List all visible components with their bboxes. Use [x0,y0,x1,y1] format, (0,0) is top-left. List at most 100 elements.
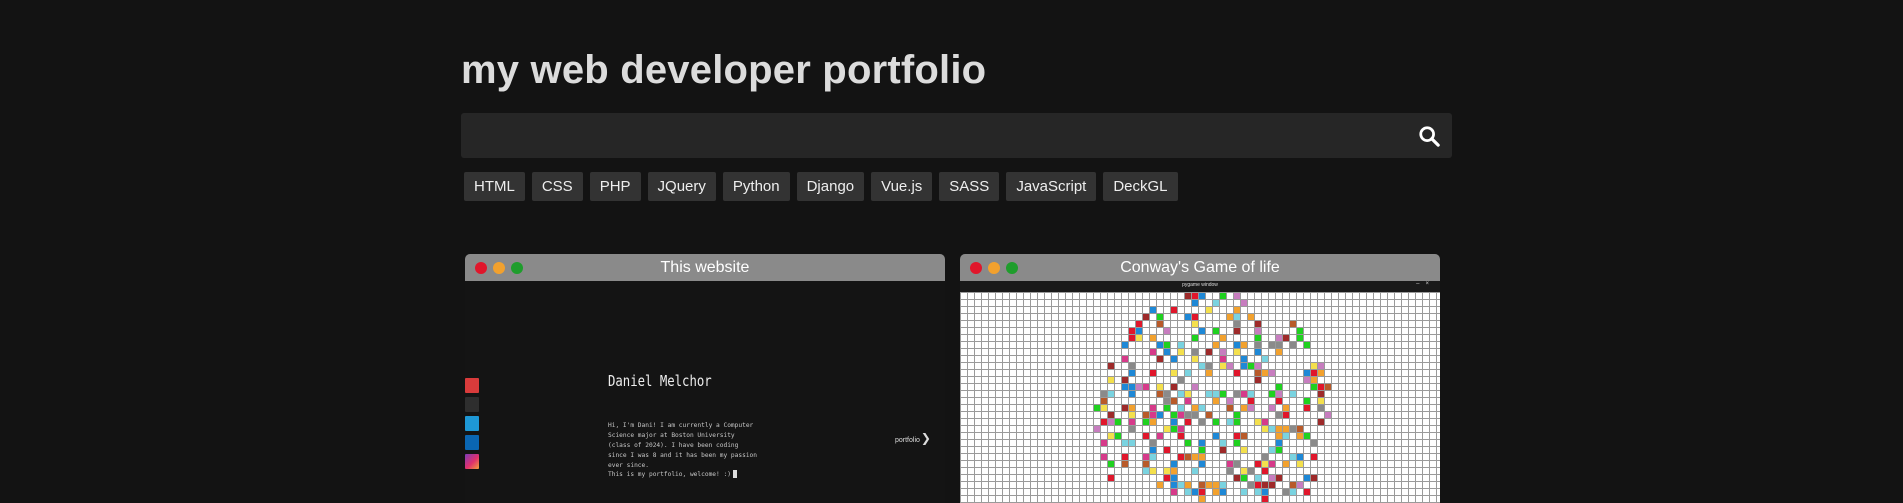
live-cell [1262,468,1268,474]
live-cell [1150,419,1156,425]
twitter-icon [465,416,479,431]
live-cell [1108,419,1114,425]
live-cell [1213,482,1219,488]
live-cell [1227,468,1233,474]
live-cell [1290,489,1296,495]
live-cell [1248,391,1254,397]
live-cell [1157,384,1163,390]
live-cell [1164,391,1170,397]
live-cell [1262,426,1268,432]
live-cell [1192,405,1198,411]
game-of-life-grid [960,292,1440,503]
live-cell [1325,384,1331,390]
live-cell [1101,398,1107,404]
tag-python[interactable]: Python [722,172,790,201]
live-cell [1276,440,1282,446]
live-cell [1101,405,1107,411]
live-cell [1178,342,1184,348]
live-cell [1241,475,1247,481]
live-cell [1192,356,1198,362]
live-cell [1304,433,1310,439]
live-cell [1297,328,1303,334]
live-cell [1115,419,1121,425]
tag-php[interactable]: PHP [589,172,641,201]
live-cell [1178,433,1184,439]
live-cell [1262,482,1268,488]
live-cell [1318,391,1324,397]
live-cell [1199,489,1205,495]
live-cell [1206,391,1212,397]
live-cell [1164,349,1170,355]
live-cell [1199,482,1205,488]
tag-jquery[interactable]: JQuery [647,172,716,201]
live-cell [1122,384,1128,390]
live-cell [1213,398,1219,404]
live-cell [1185,293,1191,299]
live-cell [1199,496,1205,502]
live-cell [1178,391,1184,397]
live-cell [1143,412,1149,418]
live-cell [1234,321,1240,327]
live-cell [1276,384,1282,390]
live-cell [1199,440,1205,446]
live-cell [1276,398,1282,404]
live-cell [1101,440,1107,446]
pygame-window-title: pygame window [1182,282,1218,288]
live-cell [1157,433,1163,439]
window-titlebar: Conway's Game of life [960,254,1440,281]
live-cell [1276,412,1282,418]
live-cell [1129,335,1135,341]
live-cell [1227,398,1233,404]
live-cell [1255,475,1261,481]
live-cell [1213,391,1219,397]
live-cell [1276,475,1282,481]
live-cell [1311,363,1317,369]
live-cell [1241,356,1247,362]
live-cell [1269,461,1275,467]
live-cell [1101,419,1107,425]
live-cell [1192,321,1198,327]
live-cell [1199,328,1205,334]
pygame-window-bar: pygame window –× [960,281,1440,292]
live-cell [1129,419,1135,425]
live-cell [1213,342,1219,348]
instagram-icon [465,454,479,469]
project-card-game-of-life[interactable]: Conway's Game of life pygame window –× [960,254,1440,503]
live-cell [1227,419,1233,425]
live-cell [1241,405,1247,411]
live-cell [1276,447,1282,453]
live-cell [1311,440,1317,446]
tag-deckgl[interactable]: DeckGL [1103,172,1178,201]
live-cell [1108,377,1114,383]
tag-javascript[interactable]: JavaScript [1006,172,1097,201]
live-cell [1283,335,1289,341]
page-title: my web developer portfolio [461,48,987,92]
live-cell [1178,349,1184,355]
search-icon[interactable] [1418,125,1440,147]
live-cell [1269,426,1275,432]
live-cell [1164,398,1170,404]
search-input[interactable] [461,113,1391,158]
live-cell [1297,335,1303,341]
search-bar [461,113,1452,158]
live-cell [1297,482,1303,488]
live-cell [1290,342,1296,348]
tag-html[interactable]: HTML [464,172,525,201]
tag-vuejs[interactable]: Vue.js [871,172,933,201]
live-cell [1171,412,1177,418]
live-cell [1185,412,1191,418]
tag-sass[interactable]: SASS [939,172,1000,201]
live-cell [1255,461,1261,467]
live-cell [1185,398,1191,404]
preview-nav-portfolio: portfolio❯ [895,431,931,445]
tag-django[interactable]: Django [796,172,865,201]
live-cell [1220,293,1226,299]
tag-css[interactable]: CSS [531,172,583,201]
live-cell [1234,370,1240,376]
project-card-this-website[interactable]: This website Daniel Melchor Hi, I'm Dani… [465,254,945,503]
live-cell [1206,412,1212,418]
minimize-dot-icon [493,262,505,274]
live-cell [1318,398,1324,404]
live-cell [1269,342,1275,348]
live-cell [1255,419,1261,425]
